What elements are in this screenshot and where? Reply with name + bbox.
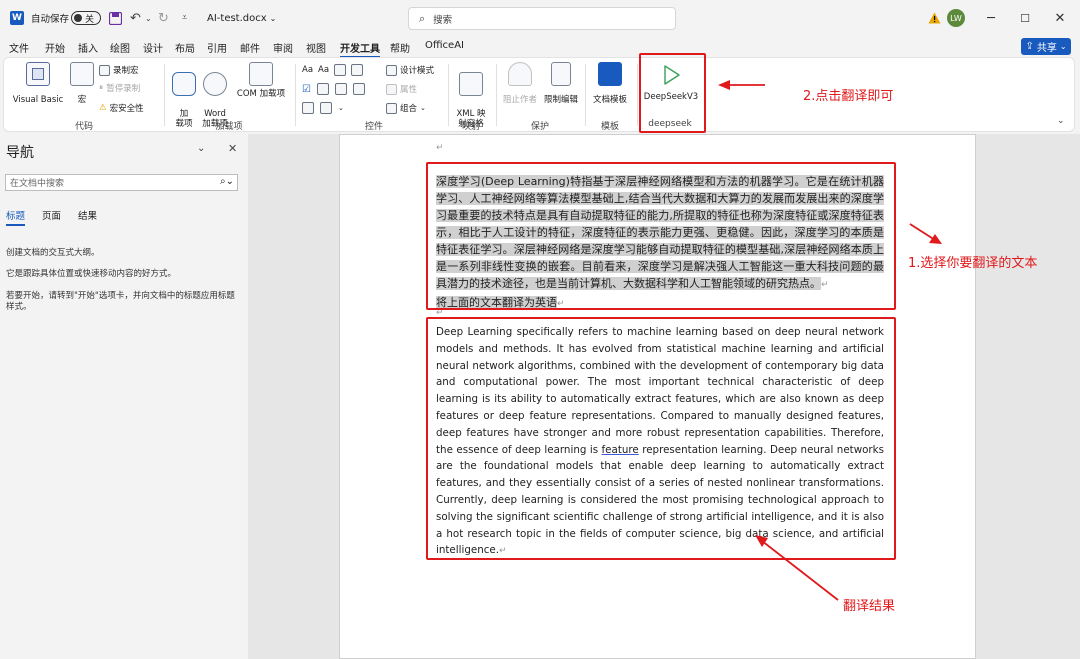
annotation-step-1: 1.选择你要翻译的文本	[908, 256, 1038, 271]
annotation-step-2: 2.点击翻译即可	[803, 89, 894, 104]
annotation-result: 翻译结果	[843, 599, 896, 614]
annotation-arrows	[718, 80, 942, 601]
